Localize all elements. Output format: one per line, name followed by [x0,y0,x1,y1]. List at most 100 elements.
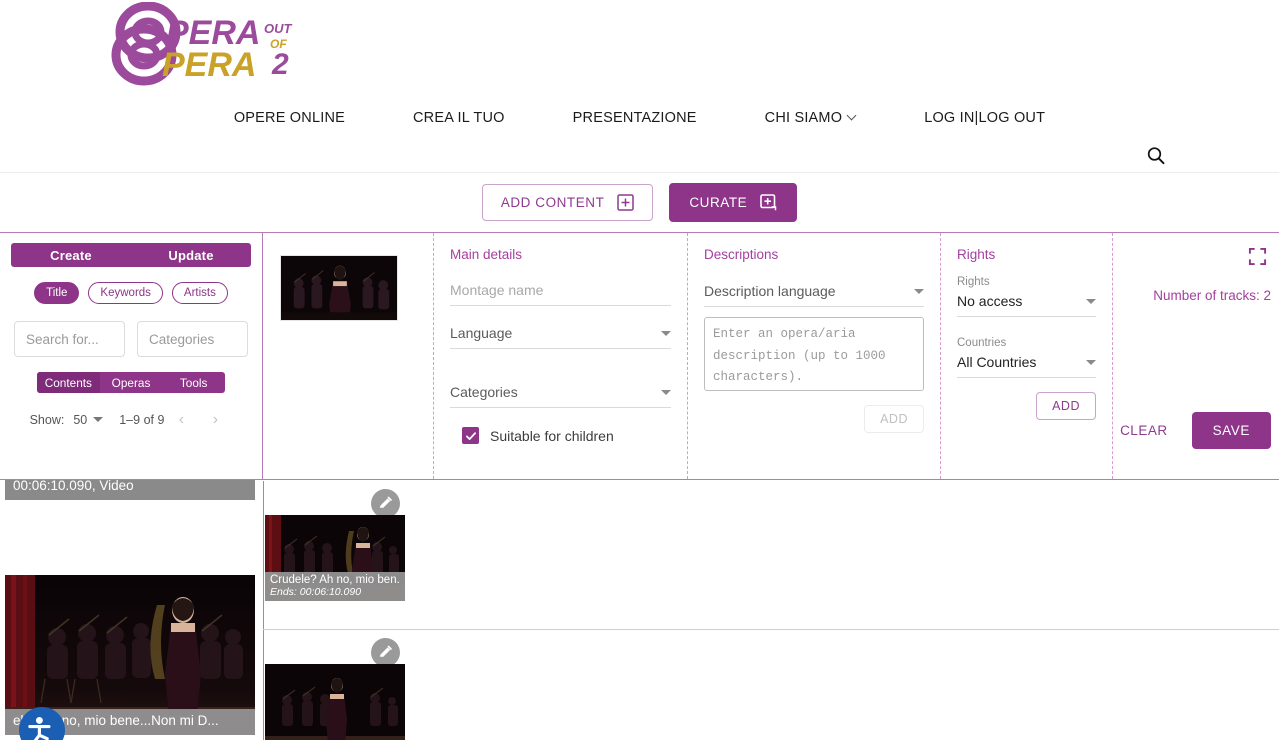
description-language-value: Description language [704,283,836,299]
list-item[interactable]: Crudele? Ah no, mio bene...Non mi Dir, B… [5,480,255,500]
description-add-button[interactable]: ADD [864,405,924,433]
plus-box-icon [617,194,635,211]
tab-contents-label: Contents [44,375,92,390]
tab-operas-label: Operas [111,375,151,390]
tab-create-label: Create [50,247,92,263]
montage-name-field [450,276,671,306]
nav-label: OPERE ONLINE [233,110,345,126]
content-type-tab-bar: Contents Operas Tools [37,372,225,394]
pagination: Show: 50 1–9 of 9 ‹ › [7,412,255,428]
rights-add-label: ADD [1052,399,1080,413]
fullscreen-expand-icon[interactable] [1248,247,1267,271]
categories-select[interactable]: Categories [450,377,671,408]
chip-artists-label: Artists [183,287,216,299]
montage-name-input[interactable] [450,276,671,306]
track-card[interactable] [265,664,405,740]
track-row[interactable]: Crudele? Ah no, mio ben... Ends: 00:06:1… [263,481,1279,630]
page-size-label: Show: [29,413,65,428]
pencil-glyph [379,645,392,657]
tab-update[interactable]: Update [131,243,251,267]
check-icon [465,431,476,440]
track-title: Crudele? Ah no, mio ben... [270,574,400,586]
save-button[interactable]: SAVE [1191,412,1271,449]
categories-input[interactable] [149,331,236,347]
track-row[interactable] [263,630,1279,740]
chip-title[interactable]: Title [34,282,80,305]
search-input[interactable] [26,331,113,347]
montage-thumbnail[interactable] [280,255,398,321]
pencil-edit-icon[interactable] [371,489,400,518]
pencil-glyph [379,496,392,508]
nav-item-presentazione[interactable]: PRESENTAZIONE [539,110,731,126]
list-item[interactable]: ele? Ah no, mio bene...Non mi D... [5,575,255,740]
categories-select-value: Categories [450,384,518,400]
chevron-down-icon[interactable] [93,416,104,422]
curator-action-buttons: CLEAR SAVE [1114,412,1271,449]
nav-label: CREA IL TUO [413,110,505,126]
rights-panel: Rights Rights No access Countries All Co… [941,233,1113,479]
timeline-tracks: Crudele? Ah no, mio ben... Ends: 00:06:1… [263,481,1279,740]
action-bar: ADD CONTENT CURATE [0,173,1279,232]
nav-item-log-in-log-out[interactable]: LOG IN|LOG OUT [890,110,1045,126]
chevron-left-icon[interactable]: ‹ [164,412,198,428]
description-add-row: ADD [704,405,924,433]
search-glyph [1147,147,1165,165]
pencil-edit-icon[interactable] [371,638,400,667]
main-details-panel: Main details Language Categories Suitabl… [433,233,688,479]
language-select[interactable]: Language [450,318,671,349]
chevron-down-icon [1086,298,1096,304]
list-item-meta: 00:06:10.090, Video [13,480,134,493]
rights-title: Rights [957,247,996,262]
rights-add-button[interactable]: ADD [1036,392,1096,420]
logo-graphic: PERA PERA OUT OF 2 [111,2,293,86]
curator-actions-panel: Number of tracks: 2 CLEAR SAVE [1113,233,1279,479]
workspace: Create Update Title Keywords Artists Sea… [0,232,1279,740]
logo-text-number: 2 [271,48,289,81]
main-navigation: OPERE ONLINE CREA IL TUO PRESENTAZIONE C… [0,110,1279,126]
rights-select[interactable]: No access [957,286,1096,317]
chip-artists[interactable]: Artists [171,282,228,305]
chevron-down-icon [914,288,924,294]
add-content-label: ADD CONTENT [500,195,605,210]
description-language-select[interactable]: Description language [704,276,924,307]
suitable-for-children-checkbox[interactable] [462,427,479,444]
tab-tools[interactable]: Tools [162,372,225,393]
chip-keywords[interactable]: Keywords [88,282,163,305]
track-card[interactable]: Crudele? Ah no, mio ben... Ends: 00:06:1… [265,515,405,601]
site-logo[interactable]: PERA PERA OUT OF 2 [104,2,309,86]
logo-text-out: OUT [264,21,293,36]
search-filter-row [7,321,255,358]
accessibility-icon[interactable] [19,707,65,740]
curation-editor-panel: Main details Language Categories Suitabl… [263,232,1279,480]
page-range: 1–9 of 9 [119,413,165,428]
nav-label: PRESENTAZIONE [572,110,697,126]
description-add-label: ADD [880,412,908,426]
categories-input-wrapper[interactable] [137,321,248,358]
rights-add-row: ADD [957,392,1096,420]
page-size-value[interactable]: 50 [73,413,87,427]
main-details-title: Main details [450,247,523,262]
countries-select[interactable]: All Countries [957,347,1096,378]
nav-item-chi-siamo[interactable]: CHI SIAMO [731,110,891,126]
curate-button[interactable]: CURATE [669,183,798,222]
tab-tools-label: Tools [179,375,208,390]
tab-operas[interactable]: Operas [100,372,163,393]
nav-item-crea-il-tuo[interactable]: CREA IL TUO [379,110,539,126]
search-icon[interactable] [1145,145,1167,167]
search-input-wrapper[interactable] [14,321,125,358]
add-to-queue-icon [760,194,777,211]
montage-thumbnail-column [263,233,433,479]
nav-item-opere-online[interactable]: OPERE ONLINE [234,110,379,126]
expand-glyph [1248,247,1267,266]
description-textarea[interactable] [704,317,924,391]
add-content-button[interactable]: ADD CONTENT [481,184,654,221]
clear-button[interactable]: CLEAR [1114,414,1174,447]
suitable-for-children-row[interactable]: Suitable for children [450,427,671,444]
mode-tab-bar: Create Update [11,243,251,267]
tab-contents[interactable]: Contents [37,372,100,394]
chevron-right-icon[interactable]: › [198,412,232,428]
tab-create[interactable]: Create [11,243,131,267]
nav-label: CHI SIAMO [764,110,843,126]
rights-select-value: No access [957,293,1023,309]
site-header: PERA PERA OUT OF 2 OPERE ONLINE CREA IL … [0,0,1279,173]
